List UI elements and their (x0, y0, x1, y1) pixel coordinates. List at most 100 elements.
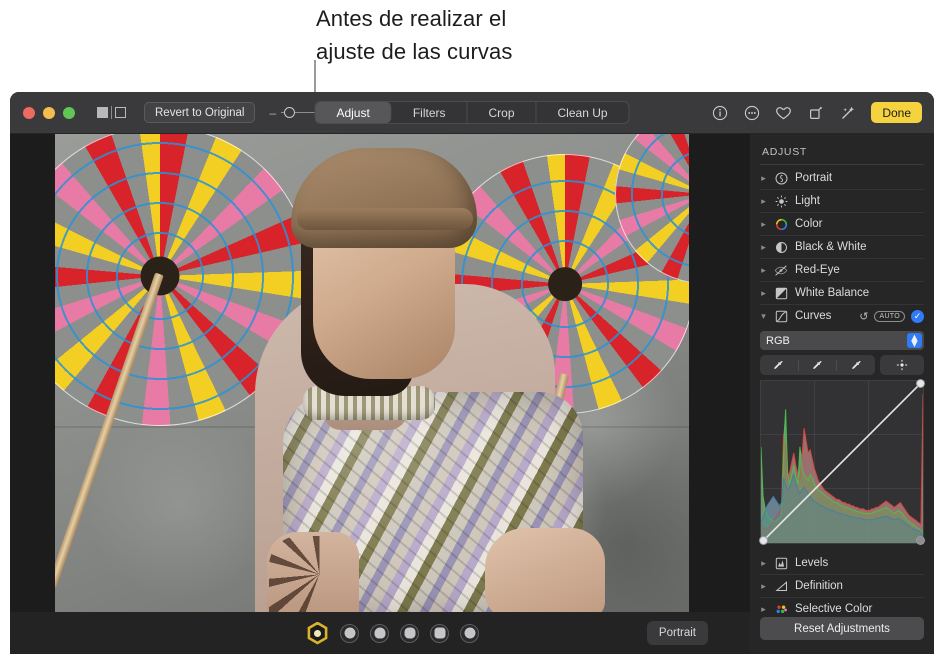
sidebar-item-label: Definition (795, 580, 924, 592)
chevron-right-icon[interactable]: ▸ (760, 196, 767, 207)
split-view-icon[interactable] (97, 106, 126, 119)
portrait-lighting-bar: Portrait (10, 612, 750, 654)
sidebar-item-label: Light (795, 195, 924, 207)
black-point-eyedropper[interactable] (760, 360, 799, 371)
sidebar-title-rule (760, 164, 924, 165)
high-key-light-mono-effect[interactable] (460, 624, 479, 643)
natural-light-dot-icon (314, 630, 321, 637)
screenshot-root: Antes de realizar el ajuste de las curva… (0, 0, 934, 654)
curves-auto-button[interactable]: AUTO (874, 311, 905, 322)
sidebar-item-color[interactable]: ▸ Color (760, 213, 924, 235)
auto-enhance-wand-icon[interactable] (839, 104, 856, 121)
contrast-circle-icon (774, 240, 788, 254)
stage-light-mono-effect[interactable] (430, 624, 449, 643)
reset-adjustments-button[interactable]: Reset Adjustments (760, 617, 924, 640)
lighting-effects-list (306, 622, 479, 645)
close-window-button[interactable] (23, 107, 35, 119)
curves-enabled-checkmark[interactable]: ✓ (911, 310, 924, 323)
sidebar-item-definition[interactable]: ▸ Definition (760, 575, 924, 597)
sidebar-item-label: Black & White (795, 241, 924, 253)
zoom-slider-knob[interactable] (284, 107, 295, 118)
split-view-empty-pane-icon (115, 107, 126, 118)
favorite-heart-icon[interactable] (775, 104, 792, 121)
curves-add-point-button[interactable] (880, 355, 924, 375)
curves-header-controls: ↺ AUTO ✓ (859, 310, 924, 323)
chevron-right-icon[interactable]: ▸ (760, 558, 767, 569)
sidebar-item-label: Selective Color (795, 603, 924, 615)
sidebar-item-label: Portrait (795, 172, 924, 184)
curves-channel-value: RGB (766, 335, 790, 347)
sidebar-item-curves[interactable]: ▾ Curves ↺ AUTO ✓ (760, 305, 924, 327)
curve-handle-white-point[interactable] (916, 379, 925, 388)
rotate-icon[interactable] (807, 104, 824, 121)
chevron-right-icon[interactable]: ▸ (760, 265, 767, 276)
high-key-light-mono-icon (464, 628, 475, 639)
chevron-right-icon[interactable]: ▸ (760, 604, 767, 615)
tab-clean-up[interactable]: Clean Up (537, 102, 629, 123)
contour-light-icon (374, 628, 385, 639)
natural-light-effect[interactable] (306, 622, 329, 645)
split-view-divider-icon (111, 106, 112, 119)
studio-light-effect[interactable] (340, 624, 359, 643)
chevron-right-icon[interactable]: ▸ (760, 219, 767, 230)
chevron-up-down-icon[interactable]: ▲ ▼ (907, 333, 922, 348)
sidebar-item-label: Red-Eye (795, 264, 924, 276)
curves-eyedropper-group (760, 355, 875, 375)
pinwheel-shadow-on-arm (269, 536, 359, 612)
adjust-sidebar: ADJUST ▸ Portrait ▸ Light (750, 134, 934, 654)
contour-light-effect[interactable] (370, 624, 389, 643)
split-view-filled-pane-icon (97, 107, 108, 118)
stage-light-icon (404, 628, 415, 639)
curve-handle-black-point[interactable] (759, 536, 768, 545)
minimize-window-button[interactable] (43, 107, 55, 119)
tone-curve-line (761, 381, 923, 543)
sidebar-item-white-balance[interactable]: ▸ White Balance (760, 282, 924, 304)
chevron-right-icon[interactable]: ▸ (760, 242, 767, 253)
window-controls (23, 107, 75, 119)
studio-light-icon (344, 628, 355, 639)
edited-photo[interactable] (55, 134, 689, 612)
sidebar-item-label: Color (795, 218, 924, 230)
curves-reset-icon[interactable]: ↺ (859, 310, 868, 323)
done-button[interactable]: Done (871, 102, 922, 123)
chevron-right-icon[interactable]: ▸ (760, 581, 767, 592)
eye-slash-icon (774, 263, 788, 277)
white-balance-icon (774, 286, 788, 300)
chevron-right-icon[interactable]: ▸ (760, 288, 767, 299)
maximize-window-button[interactable] (63, 107, 75, 119)
callout-text: Antes de realizar el ajuste de las curva… (316, 2, 616, 68)
sidebar-item-portrait[interactable]: ▸ Portrait (760, 167, 924, 189)
tab-filters[interactable]: Filters (392, 102, 468, 123)
photo-canvas (10, 134, 750, 612)
pinwheel-right-hub (548, 267, 582, 301)
sun-icon (774, 194, 788, 208)
sidebar-item-light[interactable]: ▸ Light (760, 190, 924, 212)
stage-light-effect[interactable] (400, 624, 419, 643)
portrait-mode-badge[interactable]: Portrait (647, 621, 708, 645)
sidebar-title: ADJUST (760, 134, 924, 164)
curves-graph[interactable] (760, 380, 924, 544)
sidebar-item-label: Levels (795, 557, 924, 569)
white-point-eyedropper[interactable] (837, 360, 875, 371)
sidebar-item-label: Curves (795, 310, 852, 322)
sidebar-item-black-and-white[interactable]: ▸ Black & White (760, 236, 924, 258)
photos-editor-window: Revert to Original – + Adjust Filters Cr… (10, 92, 934, 654)
curve-handle-output-black[interactable] (916, 536, 925, 545)
more-options-icon[interactable] (743, 104, 760, 121)
revert-to-original-button[interactable]: Revert to Original (144, 102, 255, 123)
info-icon[interactable] (711, 104, 728, 121)
curves-tools-row (760, 355, 924, 375)
tab-crop[interactable]: Crop (467, 102, 536, 123)
chevron-down-icon[interactable]: ▾ (760, 311, 767, 322)
curves-channel-select[interactable]: RGB ▲ ▼ (760, 331, 924, 350)
photo-content (55, 134, 689, 612)
subject-hand (485, 528, 605, 612)
tab-adjust[interactable]: Adjust (315, 102, 391, 123)
zoom-out-icon[interactable]: – (269, 107, 276, 119)
curves-icon (774, 309, 788, 323)
chevron-right-icon[interactable]: ▸ (760, 173, 767, 184)
sidebar-item-red-eye[interactable]: ▸ Red-Eye (760, 259, 924, 281)
gray-point-eyedropper[interactable] (799, 360, 838, 371)
sidebar-item-levels[interactable]: ▸ Levels (760, 552, 924, 574)
selective-color-icon (774, 602, 788, 616)
